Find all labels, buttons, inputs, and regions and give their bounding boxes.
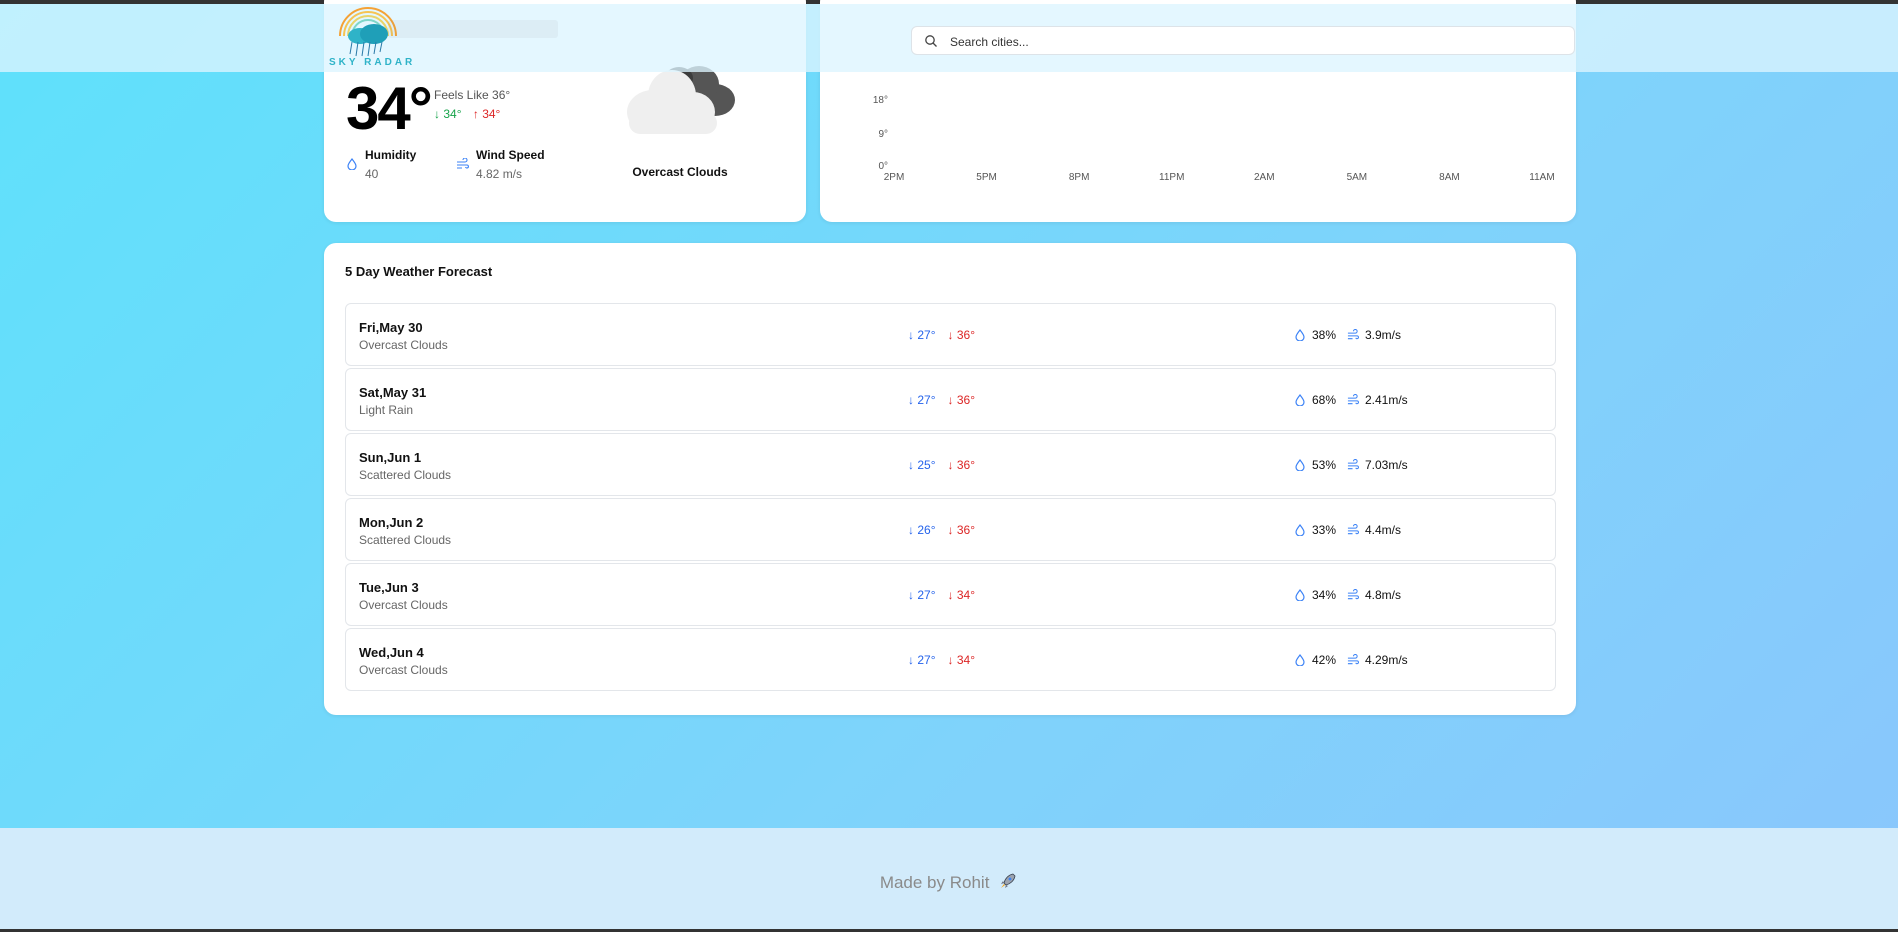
wind-icon <box>1347 654 1359 665</box>
feels-like: Feels Like 36° <box>434 88 511 102</box>
wind-icon <box>1347 329 1359 340</box>
footer: Made by Rohit <box>0 828 1898 929</box>
forecast-day: Tue,Jun 3 <box>359 580 419 595</box>
x-tick-label: 5AM <box>1347 172 1368 183</box>
forecast-wind: 4.29m/s <box>1347 653 1408 667</box>
forecast-high: ↓ 36° <box>947 523 976 537</box>
x-tick-label: 2PM <box>884 172 905 183</box>
droplet-icon <box>1295 459 1305 471</box>
droplet-icon <box>1295 654 1305 666</box>
forecast-title: 5 Day Weather Forecast <box>345 264 493 279</box>
forecast-row: Sat,May 31 Light Rain ↓ 27° ↓ 36° 68% 2.41m/s <box>345 368 1556 431</box>
forecast-description: Scattered Clouds <box>359 468 452 482</box>
droplet-icon <box>1295 394 1305 406</box>
forecast-temps: ↓ 27° ↓ 34° <box>908 588 975 602</box>
forecast-description: Light Rain <box>359 403 414 417</box>
forecast-row: Fri,May 30 Overcast Clouds ↓ 27° ↓ 36° 38% 3.… <box>345 303 1556 366</box>
droplet-icon <box>1295 329 1305 341</box>
forecast-wind: 2.41m/s <box>1347 393 1408 407</box>
droplet-icon <box>1295 524 1305 536</box>
forecast-wind: 4.4m/s <box>1347 523 1401 537</box>
forecast-low: ↓ 27° <box>908 328 936 342</box>
forecast-description: Overcast Clouds <box>359 338 448 352</box>
y-tick-label: 0° <box>878 161 888 172</box>
forecast-day: Mon,Jun 2 <box>359 515 424 530</box>
footer-text: Made by Rohit <box>879 873 990 892</box>
droplet-icon <box>347 158 357 170</box>
weather-condition: Overcast Clouds <box>632 165 728 179</box>
forecast-low: ↓ 27° <box>908 588 936 602</box>
wind-icon <box>1347 459 1359 470</box>
x-tick-label: 11PM <box>1159 172 1184 183</box>
humidity-label: Humidity <box>365 148 417 162</box>
wind-label: Wind Speed <box>476 148 545 162</box>
forecast-low: ↓ 27° <box>908 393 936 407</box>
forecast-description: Scattered Clouds <box>359 533 452 547</box>
forecast-humidity: 33% <box>1294 523 1336 537</box>
y-tick-label: 18° <box>873 95 888 106</box>
forecast-low: ↓ 25° <box>908 458 936 472</box>
rocket-icon <box>1001 873 1016 888</box>
forecast-high: ↓ 34° <box>947 653 976 667</box>
forecast-humidity: 68% <box>1294 393 1336 407</box>
forecast-day: Fri,May 30 <box>359 320 423 335</box>
forecast-low: ↓ 26° <box>908 523 936 537</box>
forecast-row: Mon,Jun 2 Scattered Clouds ↓ 26° ↓ 36° 33% 4.… <box>345 498 1556 561</box>
forecast-row: Tue,Jun 3 Overcast Clouds ↓ 27° ↓ 34° 34% 4.8… <box>345 563 1556 626</box>
x-tick-label: 8PM <box>1069 172 1090 183</box>
y-tick-label: 9° <box>878 129 888 140</box>
forecast-wind: 7.03m/s <box>1347 458 1408 472</box>
x-tick-label: 8AM <box>1439 172 1460 183</box>
x-tick-label: 11AM <box>1529 172 1554 183</box>
search-bar[interactable] <box>911 26 1575 55</box>
y-axis-ticks: 18° 9° 0° <box>873 95 888 172</box>
forecast-wind: 3.9m/s <box>1347 328 1401 342</box>
wind-icon <box>1347 589 1359 600</box>
forecast-day: Wed,Jun 4 <box>359 645 424 660</box>
current-temperature: 34° <box>346 75 433 142</box>
forecast-humidity: 53% <box>1294 458 1336 472</box>
x-axis-ticks: 2PM 5PM 8PM 11PM 2AM 5AM 8AM 11AM <box>884 172 1555 183</box>
top-navbar: SKY RADAR <box>0 4 1898 72</box>
brand-shadow <box>388 20 558 38</box>
current-max: ↑ 34° <box>472 107 501 121</box>
search-icon <box>925 35 937 47</box>
x-tick-label: 5PM <box>976 172 997 183</box>
forecast-high: ↓ 36° <box>947 328 976 342</box>
forecast-day: Sat,May 31 <box>359 385 427 400</box>
forecast-day: Sun,Jun 1 <box>359 450 422 465</box>
forecast-wind: 4.8m/s <box>1347 588 1401 602</box>
wind-icon <box>1347 524 1359 535</box>
droplet-icon <box>1295 589 1305 601</box>
forecast-low: ↓ 27° <box>908 653 936 667</box>
wind-stat: Wind Speed 4.82 m/s <box>476 148 545 181</box>
forecast-humidity: 42% <box>1294 653 1336 667</box>
search-input[interactable] <box>948 30 1552 53</box>
forecast-temps: ↓ 27° ↓ 36° <box>908 393 975 407</box>
forecast-high: ↓ 36° <box>947 393 976 407</box>
current-min: ↓ 34° <box>434 107 462 121</box>
footer-credit: Made by Rohit <box>0 871 1898 893</box>
humidity-stat: Humidity 40 <box>365 148 416 181</box>
current-min-max: ↓ 34° ↑ 34° <box>434 107 500 121</box>
wind-icon <box>457 158 469 169</box>
forecast-high: ↓ 36° <box>947 458 976 472</box>
brand-name: SKY RADAR <box>329 57 416 68</box>
forecast-row: Sun,Jun 1 Scattered Clouds ↓ 25° ↓ 36° 53% 7.… <box>345 433 1556 496</box>
forecast-humidity: 38% <box>1294 328 1336 342</box>
forecast-temps: ↓ 27° ↓ 34° <box>908 653 975 667</box>
forecast-row: Wed,Jun 4 Overcast Clouds ↓ 27° ↓ 34° 42% 4.2… <box>345 628 1556 691</box>
wind-icon <box>1347 394 1359 405</box>
forecast-humidity: 34% <box>1294 588 1336 602</box>
x-tick-label: 2AM <box>1254 172 1275 183</box>
wind-value: 4.82 m/s <box>476 167 523 181</box>
forecast-description: Overcast Clouds <box>359 663 448 677</box>
humidity-value: 40 <box>365 167 379 181</box>
forecast-temps: ↓ 26° ↓ 36° <box>908 523 975 537</box>
forecast-temps: ↓ 25° ↓ 36° <box>908 458 975 472</box>
forecast-list: Fri,May 30 Overcast Clouds ↓ 27° ↓ 36° 38% 3.… <box>345 303 1556 693</box>
forecast-high: ↓ 34° <box>947 588 976 602</box>
forecast-temps: ↓ 27° ↓ 36° <box>908 328 975 342</box>
forecast-description: Overcast Clouds <box>359 598 448 612</box>
